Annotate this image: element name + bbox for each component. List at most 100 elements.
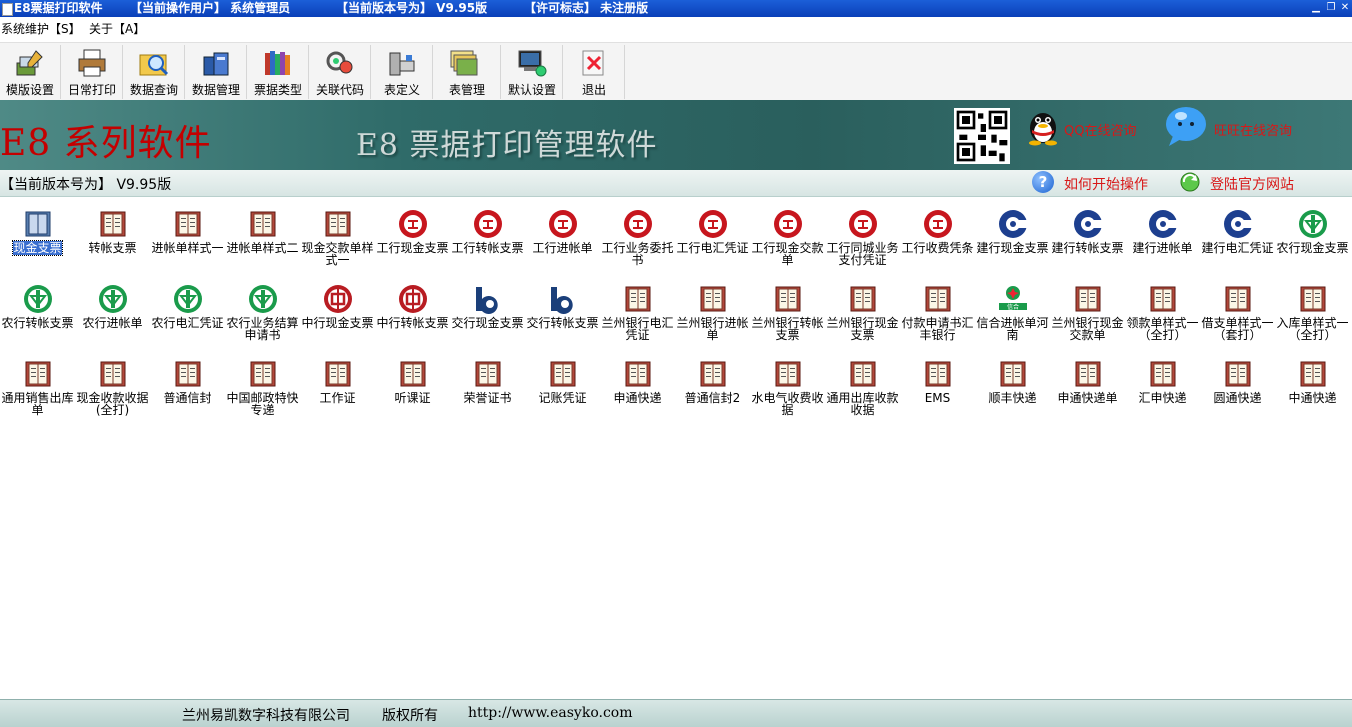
template-item[interactable]: 入库单样式一（全打） [1275,279,1350,349]
qq-consult-link[interactable]: QQ在线咨询 [1064,120,1136,139]
template-item[interactable]: 记账凭证 [525,354,600,424]
template-item[interactable]: 申通快递 [600,354,675,424]
template-item[interactable]: 现金收款收据(全打) [75,354,150,424]
template-item[interactable]: 汇申快递 [1125,354,1200,424]
template-item[interactable]: 借支单样式一（套打） [1200,279,1275,349]
icbc-icon [924,210,952,238]
template-item[interactable]: 普通信封 [150,354,225,424]
daily-print-button[interactable]: 日常打印 [62,45,123,99]
template-item[interactable]: EMS [900,354,975,424]
template-item[interactable]: 农行业务结算申请书 [225,279,300,349]
template-item-label: 农行电汇凭证 [151,316,224,330]
template-item-label: 工行收费凭条 [901,241,974,255]
book-icon [775,286,801,312]
template-item[interactable]: 农行进帐单 [75,279,150,349]
template-item[interactable]: 工行同城业务支付凭证 [825,204,900,274]
template-item-label: 工行业务委托书 [601,241,674,267]
company-name: 兰州易凯数字科技有限公司 [182,708,350,724]
ticket-type-button[interactable]: 票据类型 [248,45,309,99]
template-item-label: 申通快递单 [1057,391,1118,405]
template-item[interactable]: 现金支票 [0,204,75,274]
template-item[interactable]: 兰州银行转帐支票 [750,279,825,349]
minimize-icon[interactable]: ▁ [1310,2,1322,14]
template-item[interactable]: 工行业务委托书 [600,204,675,274]
exit-button[interactable]: 退出 [564,45,625,99]
default-settings-button[interactable]: 默认设置 [502,45,563,99]
template-item[interactable]: 工作证 [300,354,375,424]
template-item[interactable]: 领款单样式一（全打） [1125,279,1200,349]
template-item[interactable]: 兰州银行现金交款单 [1050,279,1125,349]
template-item[interactable]: 交行转帐支票 [525,279,600,349]
template-settings-button[interactable]: 模版设置 [0,45,61,99]
template-item[interactable]: 交行现金支票 [450,279,525,349]
template-item[interactable]: 现金交款单样式一 [300,204,375,274]
template-item-label: 建行电汇凭证 [1201,241,1274,255]
template-item[interactable]: 农行电汇凭证 [150,279,225,349]
template-item[interactable]: 工行电汇凭证 [675,204,750,274]
qr-code-icon[interactable] [954,108,1010,164]
template-item[interactable]: 中行现金支票 [300,279,375,349]
data-management-button[interactable]: 数据管理 [186,45,247,99]
table-management-button[interactable]: 表管理 [434,45,501,99]
chat-bubble-icon[interactable] [1163,104,1209,148]
template-item[interactable]: 建行现金支票 [975,204,1050,274]
help-icon: ? [1032,171,1054,193]
template-item[interactable]: 付款申请书汇丰银行 [900,279,975,349]
template-item-label: 建行现金支票 [976,241,1049,255]
ccb-icon [1074,210,1102,238]
template-item-label: 水电气收费收据 [751,391,824,417]
template-item[interactable]: 兰州银行现金支票 [825,279,900,349]
template-item[interactable]: 普通信封2 [675,354,750,424]
template-item[interactable]: 建行电汇凭证 [1200,204,1275,274]
template-item[interactable]: 工行收费凭条 [900,204,975,274]
template-item[interactable]: 通用销售出库单 [0,354,75,424]
qq-penguin-icon[interactable] [1024,106,1062,146]
template-item[interactable]: 顺丰快递 [975,354,1050,424]
template-item[interactable]: 转帐支票 [75,204,150,274]
template-item-label: 通用出库收款收据 [826,391,899,417]
template-item[interactable]: 中行转帐支票 [375,279,450,349]
template-item[interactable]: 中通快递 [1275,354,1350,424]
template-item[interactable]: 工行转帐支票 [450,204,525,274]
template-item[interactable]: 进帐单样式一 [150,204,225,274]
book-icon [175,211,201,237]
restore-icon[interactable]: ❐ [1325,2,1337,14]
template-item[interactable]: 通用出库收款收据 [825,354,900,424]
template-item[interactable]: 兰州银行进帐单 [675,279,750,349]
template-item[interactable]: 工行现金支票 [375,204,450,274]
template-item[interactable]: 荣誉证书 [450,354,525,424]
menu-system-maintenance[interactable]: 系统维护【S】 [1,19,81,39]
template-item[interactable]: 进帐单样式二 [225,204,300,274]
template-item[interactable]: 建行进帐单 [1125,204,1200,274]
book-icon [25,361,51,387]
template-item[interactable]: 建行转帐支票 [1050,204,1125,274]
link-code-button[interactable]: 关联代码 [310,45,371,99]
template-item[interactable]: 工行现金交款单 [750,204,825,274]
menu-about[interactable]: 关于【A】 [89,19,145,39]
template-item[interactable]: 水电气收费收据 [750,354,825,424]
version-label: 【当前版本号为】 V9.95版 [336,1,488,15]
template-item[interactable]: 工行进帐单 [525,204,600,274]
template-item[interactable]: 圆通快递 [1200,354,1275,424]
template-item[interactable]: 申通快递单 [1050,354,1125,424]
abc-icon [1299,210,1327,238]
wangwang-consult-link[interactable]: 旺旺在线咨询 [1214,120,1292,139]
app-icon [2,3,13,16]
template-item-label: 兰州银行现金交款单 [1051,316,1124,342]
template-item[interactable]: 农行现金支票 [1275,204,1350,274]
book-icon [1075,286,1101,312]
website-url[interactable]: http://www.easyko.com [468,705,633,721]
template-item[interactable]: 信合 信合进帐单河南 [975,279,1050,349]
template-item[interactable]: 听课证 [375,354,450,424]
abc-icon [99,285,127,313]
template-item[interactable]: 兰州银行电汇凭证 [600,279,675,349]
template-item-label: 付款申请书汇丰银行 [901,316,974,342]
template-item[interactable]: 农行转帐支票 [0,279,75,349]
close-icon[interactable]: ✕ [1339,2,1351,14]
table-definition-button[interactable]: 表定义 [372,45,433,99]
book-icon [250,211,276,237]
template-item[interactable]: 中国邮政特快专递 [225,354,300,424]
data-query-button[interactable]: 数据查询 [124,45,185,99]
book-icon [625,286,651,312]
book-icon [1075,361,1101,387]
